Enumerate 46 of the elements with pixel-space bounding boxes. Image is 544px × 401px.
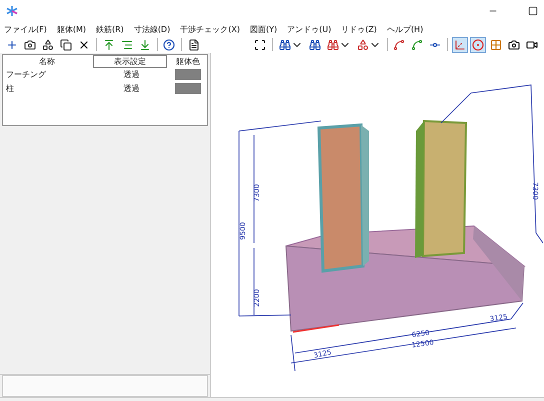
- camera-icon: [508, 38, 520, 50]
- menu-item[interactable]: 寸法線(D): [134, 24, 170, 34]
- spline-icon: [393, 38, 406, 50]
- app-logo-icon: [6, 5, 18, 17]
- column-header[interactable]: 名称: [3, 56, 91, 67]
- maximize-button[interactable]: [528, 6, 538, 16]
- color-swatch[interactable]: [175, 82, 201, 94]
- copy-button[interactable]: [58, 36, 74, 52]
- menu-item[interactable]: 鉄筋(R): [96, 24, 124, 34]
- menu-item[interactable]: ヘルプ(H): [386, 24, 424, 34]
- arrow-down-icon: [138, 38, 151, 50]
- arrow-up-icon: [102, 38, 115, 50]
- shapes-icon: [356, 38, 369, 50]
- copy-icon: [60, 38, 72, 50]
- menu-item[interactable]: 図面(Y): [250, 24, 278, 34]
- plus-icon: [6, 38, 18, 50]
- color-swatch[interactable]: [175, 68, 201, 80]
- grid-icon: [490, 38, 502, 50]
- lines-icon: [120, 38, 133, 50]
- axis-icon: [454, 38, 466, 50]
- menu-item[interactable]: 干渉チェック(X): [180, 24, 240, 34]
- help-icon: [163, 38, 176, 50]
- binoculars-icon: [308, 38, 321, 50]
- view-toggle-button[interactable]: [470, 36, 486, 52]
- table-cell-text: 柱: [5, 82, 15, 94]
- video-icon: [526, 38, 538, 50]
- column-header[interactable]: 表示設定: [93, 55, 167, 68]
- column-header[interactable]: 躯体色: [169, 56, 207, 67]
- table-cell-text: フーチング: [5, 68, 47, 80]
- menu-item[interactable]: ファイル(F): [4, 24, 47, 34]
- spline-icon: [411, 38, 424, 50]
- table-cell[interactable]: 透過: [91, 82, 169, 94]
- table-cell[interactable]: 透過: [91, 68, 169, 80]
- target-icon: [472, 38, 484, 50]
- menu-item[interactable]: リドゥ(Z): [341, 24, 377, 34]
- binoculars-icon: [326, 38, 339, 50]
- view-toggle-button[interactable]: [452, 36, 468, 52]
- binoculars-icon: [278, 38, 291, 50]
- frame-icon: [254, 38, 266, 50]
- close-icon: [78, 38, 90, 50]
- shapes-icon: [42, 38, 54, 50]
- camera-icon: [24, 38, 36, 50]
- document-icon: [188, 38, 200, 50]
- help-button[interactable]: [161, 36, 178, 52]
- menu-item[interactable]: アンドゥ(U): [287, 24, 332, 34]
- menu-item[interactable]: 躯体(M): [56, 24, 86, 34]
